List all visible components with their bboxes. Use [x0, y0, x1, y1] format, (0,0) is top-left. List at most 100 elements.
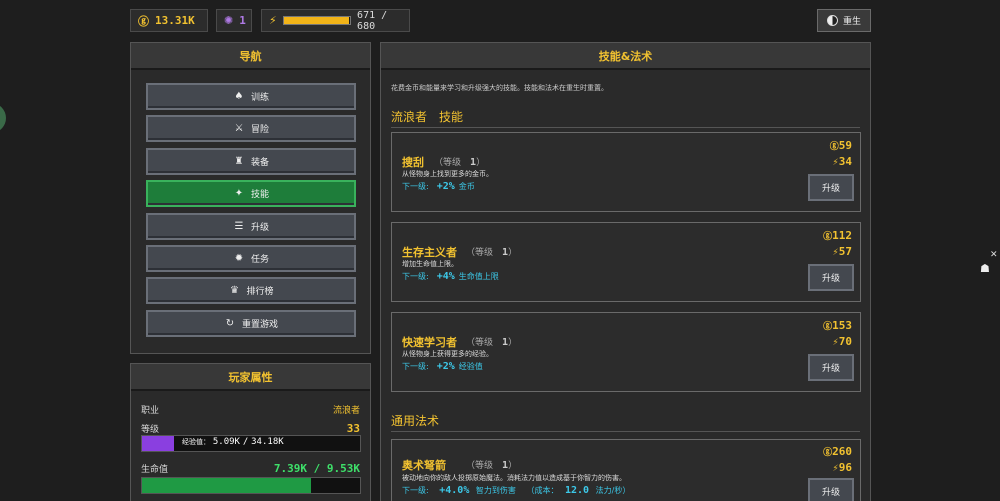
player-panel: 玩家属性 职业 流浪者 等级 33 经验值： 5.09K / 34.18K 生命…	[130, 363, 371, 501]
spell-next-value: +4.0%	[439, 485, 470, 496]
skill-next-value: +4%	[436, 271, 455, 282]
nav-item-6[interactable]: ♛ 排行榜	[146, 277, 356, 305]
skills-panel: 技能&法术 花费金币和能量来学习和升级强大的技能。技能和法术在重生时重置。 流浪…	[380, 42, 871, 501]
nav-item-label: 重置游戏	[241, 319, 278, 330]
gold-icon: ⓖ	[829, 142, 839, 152]
energy-max: 680	[357, 20, 376, 32]
xp-max: 34.18K	[251, 437, 284, 447]
skill-next: 下一级: +2% 金币	[402, 181, 475, 192]
next-label: 下一级:	[402, 182, 429, 191]
hp-bar	[141, 477, 361, 494]
skill-level: （等级 1）	[466, 247, 518, 258]
spell-next-stat: 智力到伤害	[475, 486, 516, 495]
yin-yang-icon	[826, 15, 838, 26]
hp-max: 9.53K	[326, 462, 360, 475]
skill-card: 搜刮 （等级 1） 从怪物身上找到更多的金币。 下一级: +2% 金币 ⓖ59 ⚡34 升级	[391, 132, 861, 212]
nav-item-1[interactable]: ⚔ 冒险	[146, 115, 356, 143]
hp-value: 7.39K / 9.53K	[274, 462, 360, 475]
energy-bar	[282, 16, 352, 25]
skill-next-value: +2%	[436, 181, 455, 192]
skill-energy-value: 57	[838, 245, 852, 258]
lightning-icon: ⚡	[269, 14, 277, 27]
level-word: 等级	[475, 461, 494, 471]
spell-level: （等级 1）	[466, 460, 518, 471]
general-spells-heading: 通用法术	[391, 414, 440, 428]
gear-icon: ✹	[234, 253, 244, 264]
energy-current: 671	[357, 9, 376, 21]
skill-card: 生存主义者 （等级 1） 增加生命值上限。 下一级: +4% 生命值上限 ⓖ112 ⚡57 升级	[391, 222, 861, 302]
spell-cost-label: （成本：	[526, 486, 559, 495]
gem-icon: ✺	[224, 14, 234, 27]
skill-name: 快速学习者	[402, 336, 457, 349]
nav-item-label: 升级	[250, 222, 269, 233]
spell-card: 奥术弩箭 （等级 1） 被动地向你的敌人投掷原始魔法。消耗法力值以造成基于你智力…	[391, 439, 861, 501]
skill-gold-value: 59	[838, 139, 852, 152]
player-title: 玩家属性	[131, 364, 370, 391]
rebirth-button[interactable]: 重生	[817, 9, 871, 32]
level-word: 等级	[475, 338, 494, 348]
nav-item-7[interactable]: ↻ 重置游戏	[146, 309, 356, 337]
spell-energy-value: 96	[838, 461, 852, 474]
next-label: 下一级:	[402, 362, 429, 371]
nav-item-3[interactable]: ✦ 技能	[146, 180, 356, 208]
skill-energy-cost: ⚡57	[832, 245, 852, 258]
spell-desc: 被动地向你的敌人投掷原始魔法。消耗法力值以造成基于你智力的伤害。	[402, 474, 626, 482]
xp-bar: 经验值： 5.09K / 34.18K	[141, 435, 361, 452]
nav-item-label: 任务	[250, 255, 269, 265]
skill-next-stat: 生命值上限	[458, 272, 499, 281]
spell-cost-value: 12.0	[565, 485, 590, 496]
pet-icon[interactable]: ☗	[980, 262, 993, 275]
gem-counter: ✺ 1	[216, 9, 252, 32]
skill-next: 下一级: +4% 生命值上限	[402, 271, 499, 282]
nav-item-5[interactable]: ✹ 任务	[146, 245, 356, 272]
section-divider	[391, 127, 860, 128]
nav-item-2[interactable]: ♜ 装备	[146, 147, 356, 175]
skill-level: （等级 1）	[466, 337, 518, 348]
xp-separator: /	[242, 437, 249, 447]
wifi-icon: ☰	[234, 220, 244, 232]
spell-energy-cost: ⚡96	[832, 461, 852, 474]
nav-item-label: 冒险	[250, 125, 269, 136]
gold-amount: 13.31K	[155, 14, 195, 27]
skill-desc: 从怪物身上找到更多的金币。	[402, 170, 493, 178]
class-label: 职业	[141, 406, 160, 416]
gold-icon: ⓖ	[823, 322, 833, 332]
next-label: 下一级:	[402, 486, 429, 495]
skill-gold-cost: ⓖ59	[830, 139, 852, 152]
nav-item-0[interactable]: ♠ 训练	[146, 83, 356, 110]
next-label: 下一级:	[402, 272, 429, 281]
upgrade-button[interactable]: 升级	[808, 174, 854, 201]
spell-cost-unit: 法力/秒）	[595, 486, 631, 495]
gold-icon: ⓖ	[823, 448, 833, 458]
nav-item-4[interactable]: ☰ 升级	[146, 212, 356, 240]
skill-desc: 增加生命值上限。	[402, 260, 458, 268]
skill-name: 搜刮	[402, 156, 424, 169]
xp-label: 经验值：	[182, 438, 210, 446]
gem-amount: 1	[239, 14, 246, 27]
upgrade-button[interactable]: 升级	[808, 354, 854, 381]
section-divider	[391, 431, 860, 432]
skill-name: 生存主义者	[402, 246, 457, 259]
side-drawer-tab[interactable]	[0, 103, 6, 133]
upgrade-button[interactable]: 升级	[808, 478, 854, 501]
skills-intro: 花费金币和能量来学习和升级强大的技能。技能和法术在重生时重置。	[391, 84, 608, 92]
skill-level-value: 1	[502, 247, 509, 258]
skill-card: 快速学习者 （等级 1） 从怪物身上获得更多的经验。 下一级: +2% 经验值 ⓖ153 ⚡7…	[391, 312, 861, 392]
xp-current: 5.09K	[212, 437, 240, 447]
skill-gold-value: 112	[832, 229, 852, 242]
level-value: 33	[346, 422, 360, 435]
gold-icon: ⓖ	[138, 14, 149, 28]
nav-title: 导航	[131, 43, 370, 70]
close-icon[interactable]: ✕	[990, 250, 998, 260]
upgrade-button[interactable]: 升级	[808, 264, 854, 291]
skills-title: 技能&法术	[381, 43, 870, 70]
reset-icon: ↻	[225, 317, 235, 329]
trophy-icon: ♛	[230, 285, 239, 297]
nav-item-label: 训练	[250, 93, 269, 103]
skill-next-value: +2%	[436, 361, 455, 372]
skill-next-stat: 金币	[458, 182, 475, 191]
nav-item-label: 技能	[250, 190, 269, 201]
spell-level-value: 1	[502, 460, 509, 471]
level-word: 等级	[443, 158, 462, 168]
class-value: 流浪者	[332, 406, 360, 416]
